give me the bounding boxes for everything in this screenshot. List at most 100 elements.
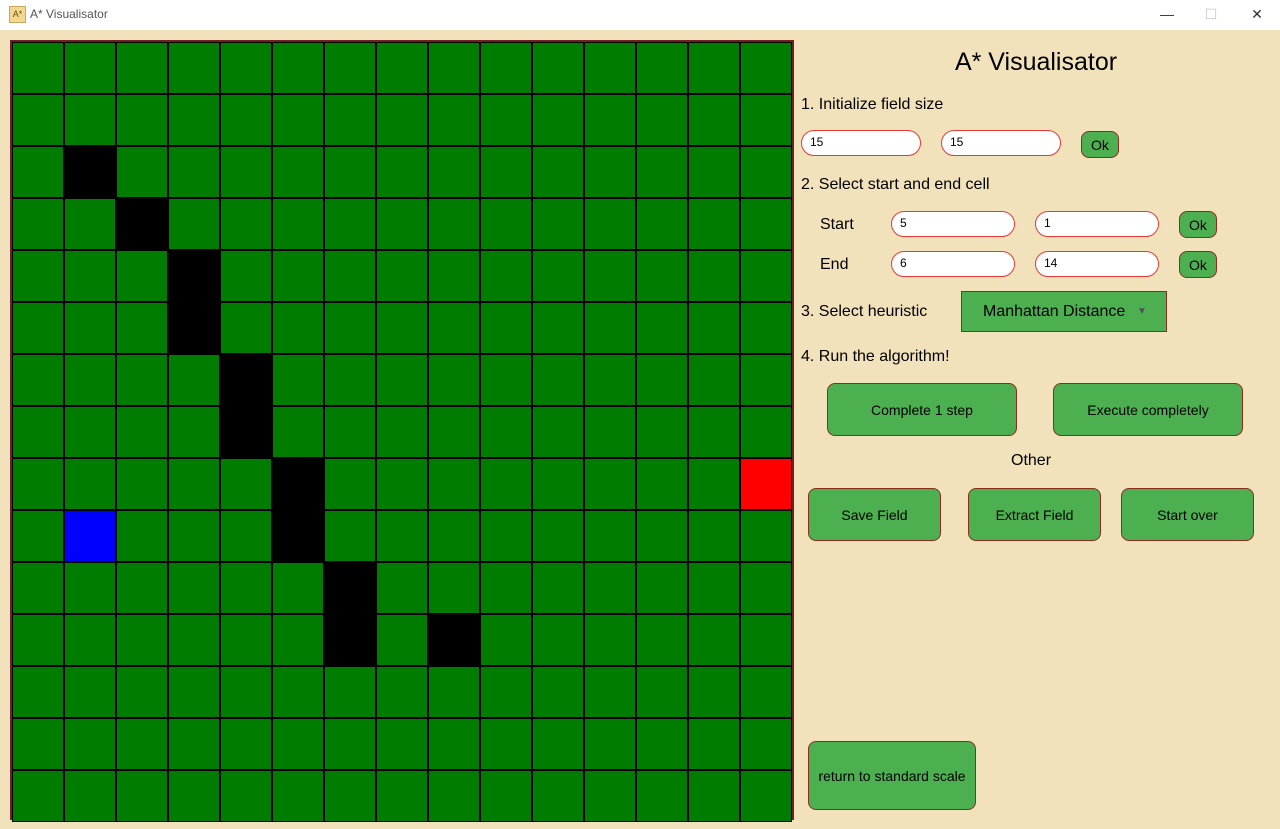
grid-cell[interactable] xyxy=(636,614,688,666)
grid-cell[interactable] xyxy=(636,562,688,614)
grid-cell[interactable] xyxy=(584,718,636,770)
grid-cell[interactable] xyxy=(12,666,64,718)
grid-cell[interactable] xyxy=(688,666,740,718)
grid-cell[interactable] xyxy=(740,146,792,198)
grid-cell[interactable] xyxy=(376,198,428,250)
grid-cell[interactable] xyxy=(480,94,532,146)
heuristic-select[interactable]: Manhattan Distance ▼ xyxy=(961,291,1167,332)
grid-cell[interactable] xyxy=(220,302,272,354)
grid-cell[interactable] xyxy=(116,94,168,146)
wall-cell[interactable] xyxy=(220,354,272,406)
grid-cell[interactable] xyxy=(532,614,584,666)
grid-cell[interactable] xyxy=(428,562,480,614)
grid-cell[interactable] xyxy=(116,510,168,562)
grid-cell[interactable] xyxy=(636,718,688,770)
grid-cell[interactable] xyxy=(272,354,324,406)
grid-cell[interactable] xyxy=(636,42,688,94)
grid-cell[interactable] xyxy=(584,302,636,354)
start-x-input[interactable]: 5 xyxy=(891,211,1015,237)
grid-cell[interactable] xyxy=(324,146,376,198)
grid-cell[interactable] xyxy=(740,302,792,354)
grid-cell[interactable] xyxy=(116,718,168,770)
grid-cell[interactable] xyxy=(220,666,272,718)
grid-cell[interactable] xyxy=(688,770,740,822)
grid-cell[interactable] xyxy=(480,406,532,458)
grid-cell[interactable] xyxy=(12,614,64,666)
grid-cell[interactable] xyxy=(532,250,584,302)
grid-cell[interactable] xyxy=(636,510,688,562)
wall-cell[interactable] xyxy=(428,614,480,666)
grid-cell[interactable] xyxy=(584,562,636,614)
grid-cell[interactable] xyxy=(532,458,584,510)
grid-cell[interactable] xyxy=(688,562,740,614)
grid-cell[interactable] xyxy=(220,770,272,822)
grid-cell[interactable] xyxy=(740,562,792,614)
grid-cell[interactable] xyxy=(480,614,532,666)
grid-cell[interactable] xyxy=(636,406,688,458)
grid-cell[interactable] xyxy=(12,42,64,94)
grid-cell[interactable] xyxy=(636,198,688,250)
grid-cell[interactable] xyxy=(636,666,688,718)
grid-cell[interactable] xyxy=(636,250,688,302)
grid-cell[interactable] xyxy=(532,198,584,250)
grid-cell[interactable] xyxy=(688,198,740,250)
grid-cell[interactable] xyxy=(220,94,272,146)
grid-cell[interactable] xyxy=(272,250,324,302)
grid-cell[interactable] xyxy=(12,718,64,770)
grid-cell[interactable] xyxy=(168,458,220,510)
grid-cell[interactable] xyxy=(532,510,584,562)
grid-cell[interactable] xyxy=(584,146,636,198)
grid-cell[interactable] xyxy=(324,458,376,510)
grid-cell[interactable] xyxy=(532,42,584,94)
grid-cell[interactable] xyxy=(688,250,740,302)
field-height-input[interactable]: 15 xyxy=(941,130,1061,156)
grid-cell[interactable] xyxy=(428,42,480,94)
grid-cell[interactable] xyxy=(272,770,324,822)
grid-cell[interactable] xyxy=(12,354,64,406)
grid-cell[interactable] xyxy=(116,458,168,510)
complete-step-button[interactable]: Complete 1 step xyxy=(827,383,1017,436)
grid-cell[interactable] xyxy=(688,42,740,94)
grid-cell[interactable] xyxy=(116,354,168,406)
grid-cell[interactable] xyxy=(64,42,116,94)
grid-cell[interactable] xyxy=(376,562,428,614)
grid-cell[interactable] xyxy=(272,94,324,146)
grid-cell[interactable] xyxy=(584,406,636,458)
grid-cell[interactable] xyxy=(324,94,376,146)
extract-field-button[interactable]: Extract Field xyxy=(968,488,1101,541)
grid-cell[interactable] xyxy=(636,354,688,406)
wall-cell[interactable] xyxy=(324,614,376,666)
wall-cell[interactable] xyxy=(272,510,324,562)
grid-cell[interactable] xyxy=(480,458,532,510)
wall-cell[interactable] xyxy=(116,198,168,250)
end-x-input[interactable]: 6 xyxy=(891,251,1015,277)
grid-cell[interactable] xyxy=(272,302,324,354)
grid-cell[interactable] xyxy=(220,250,272,302)
start-cell[interactable] xyxy=(64,510,116,562)
wall-cell[interactable] xyxy=(272,458,324,510)
grid-cell[interactable] xyxy=(636,302,688,354)
save-field-button[interactable]: Save Field xyxy=(808,488,941,541)
grid-cell[interactable] xyxy=(480,198,532,250)
wall-cell[interactable] xyxy=(324,562,376,614)
grid-cell[interactable] xyxy=(324,42,376,94)
grid-cell[interactable] xyxy=(168,562,220,614)
grid-cell[interactable] xyxy=(272,562,324,614)
grid-cell[interactable] xyxy=(12,94,64,146)
grid-cell[interactable] xyxy=(116,562,168,614)
grid-cell[interactable] xyxy=(376,250,428,302)
grid-cell[interactable] xyxy=(428,718,480,770)
grid-cell[interactable] xyxy=(532,146,584,198)
grid-cell[interactable] xyxy=(688,146,740,198)
grid-cell[interactable] xyxy=(376,718,428,770)
grid-cell[interactable] xyxy=(324,250,376,302)
grid-cell[interactable] xyxy=(428,510,480,562)
grid-cell[interactable] xyxy=(740,770,792,822)
grid-cell[interactable] xyxy=(428,770,480,822)
grid-cell[interactable] xyxy=(168,510,220,562)
grid-cell[interactable] xyxy=(64,250,116,302)
field-width-input[interactable]: 15 xyxy=(801,130,921,156)
end-cell[interactable] xyxy=(740,458,792,510)
grid-cell[interactable] xyxy=(480,562,532,614)
grid-cell[interactable] xyxy=(324,354,376,406)
